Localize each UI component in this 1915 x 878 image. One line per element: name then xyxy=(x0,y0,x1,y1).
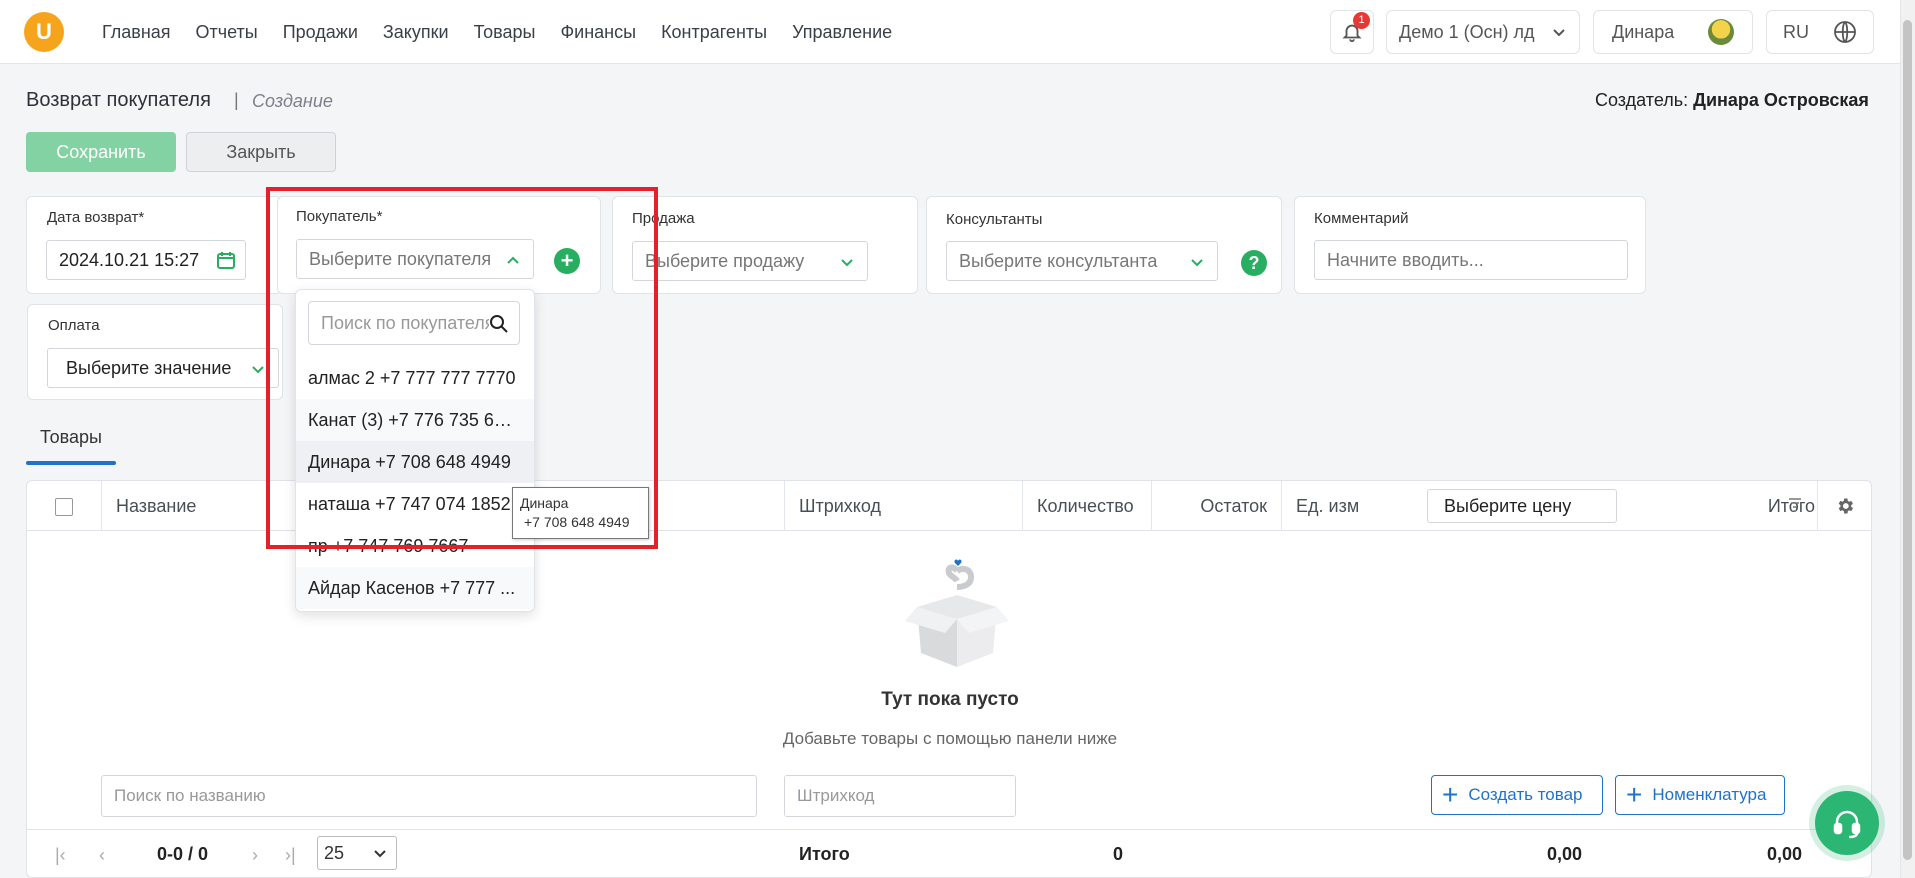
gear-icon[interactable] xyxy=(1835,496,1855,516)
nav-item-finance[interactable]: Финансы xyxy=(560,22,636,43)
nav-item-sales[interactable]: Продажи xyxy=(283,22,358,43)
creator-label: Создатель: xyxy=(1595,90,1689,110)
nomenclature-button[interactable]: + Номенклатура xyxy=(1615,775,1785,815)
create-product-label: Создать товар xyxy=(1468,785,1583,804)
footer-total-quantity: 0 xyxy=(1113,844,1124,864)
first-page-icon[interactable]: |‹ xyxy=(55,845,66,866)
payment-select[interactable]: Выберите значение xyxy=(47,348,279,388)
creator-name: Динара Островская xyxy=(1693,90,1869,110)
chevron-down-icon xyxy=(252,366,264,374)
footer-total-label: Итого xyxy=(799,844,850,864)
footer-price-sum: 0,00 xyxy=(1547,844,1583,864)
nomenclature-label: Номенклатура xyxy=(1652,785,1767,804)
headset-icon xyxy=(1833,810,1861,839)
user-name: Динара xyxy=(1612,21,1675,42)
comment-placeholder: Начните вводить... xyxy=(1327,249,1484,270)
sale-placeholder: Выберите продажу xyxy=(645,250,805,271)
filter-icon[interactable] xyxy=(1789,498,1801,512)
price-select[interactable]: Выберите цену xyxy=(1427,489,1617,523)
organization-select[interactable]: Демо 1 (Осн) лд xyxy=(1386,10,1580,54)
calendar-icon[interactable] xyxy=(216,250,236,270)
comment-label: Комментарий xyxy=(1314,210,1409,227)
user-menu[interactable]: Динара xyxy=(1593,10,1753,54)
support-chat-button[interactable] xyxy=(1815,791,1879,855)
nav-item-home[interactable]: Главная xyxy=(102,22,171,43)
plus-icon: + xyxy=(1626,779,1643,810)
comment-input[interactable]: Начните вводить... xyxy=(1314,240,1628,280)
last-page-icon[interactable]: ›| xyxy=(285,845,296,866)
top-navigation-bar: U Главная Отчеты Продажи Закупки Товары … xyxy=(0,0,1900,64)
language-select[interactable]: RU xyxy=(1766,10,1874,54)
language-code: RU xyxy=(1783,21,1809,42)
column-total[interactable]: Итого xyxy=(1615,481,1843,531)
payment-card: Оплата Выберите значение xyxy=(27,304,283,400)
nav-item-management[interactable]: Управление xyxy=(792,22,892,43)
tab-products[interactable]: Товары xyxy=(40,427,102,448)
create-product-button[interactable]: + Создать товар xyxy=(1431,775,1603,815)
return-date-value: 2024.10.21 15:27 xyxy=(59,249,200,270)
app-logo[interactable]: U xyxy=(24,12,64,52)
column-remainder[interactable]: Остаток xyxy=(1151,481,1281,531)
notifications-button[interactable]: 1 xyxy=(1330,10,1374,54)
chevron-down-icon xyxy=(1553,29,1565,37)
globe-icon xyxy=(1834,21,1856,43)
column-barcode[interactable]: Штрихкод xyxy=(784,481,1022,531)
next-page-icon[interactable]: › xyxy=(252,845,258,866)
return-date-input[interactable]: 2024.10.21 15:27 xyxy=(46,240,246,280)
plus-icon: + xyxy=(1442,779,1459,810)
empty-state-subtitle: Добавьте товары с помощью панели ниже xyxy=(782,729,1118,748)
help-icon[interactable]: ? xyxy=(1241,250,1267,276)
pager-info: 0-0 / 0 xyxy=(157,844,209,864)
per-page-select[interactable]: 25 xyxy=(317,836,397,870)
select-all-checkbox[interactable] xyxy=(55,498,73,516)
organization-name: Демо 1 (Осн) лд xyxy=(1399,21,1535,42)
page-mode: Создание xyxy=(252,91,333,111)
payment-placeholder: Выберите значение xyxy=(66,357,232,378)
table-footer: |‹ ‹ 0-0 / 0 › ›| 25 Итого 0 0,00 0,00 xyxy=(27,829,1871,878)
creator-info: Создатель: Динара Островская xyxy=(1595,90,1869,111)
avatar xyxy=(1708,19,1734,45)
scrollbar-thumb[interactable] xyxy=(1903,20,1912,860)
settings-column xyxy=(1817,481,1873,531)
column-quantity[interactable]: Количество xyxy=(1022,481,1150,531)
nav-item-counterparties[interactable]: Контрагенты xyxy=(661,22,767,43)
consultants-placeholder: Выберите консультанта xyxy=(959,250,1158,271)
highlight-annotation xyxy=(266,187,658,549)
footer-total-sum: 0,00 xyxy=(1767,844,1803,864)
prev-page-icon[interactable]: ‹ xyxy=(99,845,105,866)
page-scrollbar[interactable] xyxy=(1900,0,1915,878)
payment-label: Оплата xyxy=(48,317,100,334)
save-button[interactable]: Сохранить xyxy=(26,132,176,172)
nav-item-reports[interactable]: Отчеты xyxy=(196,22,258,43)
close-button[interactable]: Закрыть xyxy=(186,132,336,172)
return-date-label: Дата возврат* xyxy=(47,209,145,226)
empty-box-icon xyxy=(905,559,1009,667)
sale-select[interactable]: Выберите продажу xyxy=(632,241,868,281)
nav-item-products[interactable]: Товары xyxy=(474,22,536,43)
column-unit[interactable]: Ед. изм xyxy=(1281,481,1415,531)
consultants-card: Консультанты Выберите консультанта ? xyxy=(926,196,1282,294)
per-page-value: 25 xyxy=(324,843,345,863)
chevron-down-icon xyxy=(841,259,853,267)
active-tab-indicator xyxy=(26,461,116,465)
empty-state-title: Тут пока пусто xyxy=(881,689,1019,710)
product-search-input[interactable]: Поиск по названию xyxy=(101,775,757,817)
nav-item-purchases[interactable]: Закупки xyxy=(383,22,449,43)
page-title: Возврат покупателя xyxy=(26,89,211,111)
chevron-down-icon xyxy=(1191,259,1203,267)
barcode-input[interactable]: Штрихкод xyxy=(784,775,1016,817)
title-separator: | xyxy=(234,90,239,110)
notification-badge: 1 xyxy=(1353,12,1370,29)
main-nav: Главная Отчеты Продажи Закупки Товары Фи… xyxy=(102,0,892,64)
comment-card: Комментарий Начните вводить... xyxy=(1294,196,1646,294)
return-date-card: Дата возврат* 2024.10.21 15:27 xyxy=(26,196,282,294)
chevron-down-icon xyxy=(374,850,386,858)
consultants-select[interactable]: Выберите консультанта xyxy=(946,241,1218,281)
consultants-label: Консультанты xyxy=(946,211,1043,228)
buyer-option[interactable]: Айдар Касенов +7 777 ... xyxy=(296,567,534,609)
